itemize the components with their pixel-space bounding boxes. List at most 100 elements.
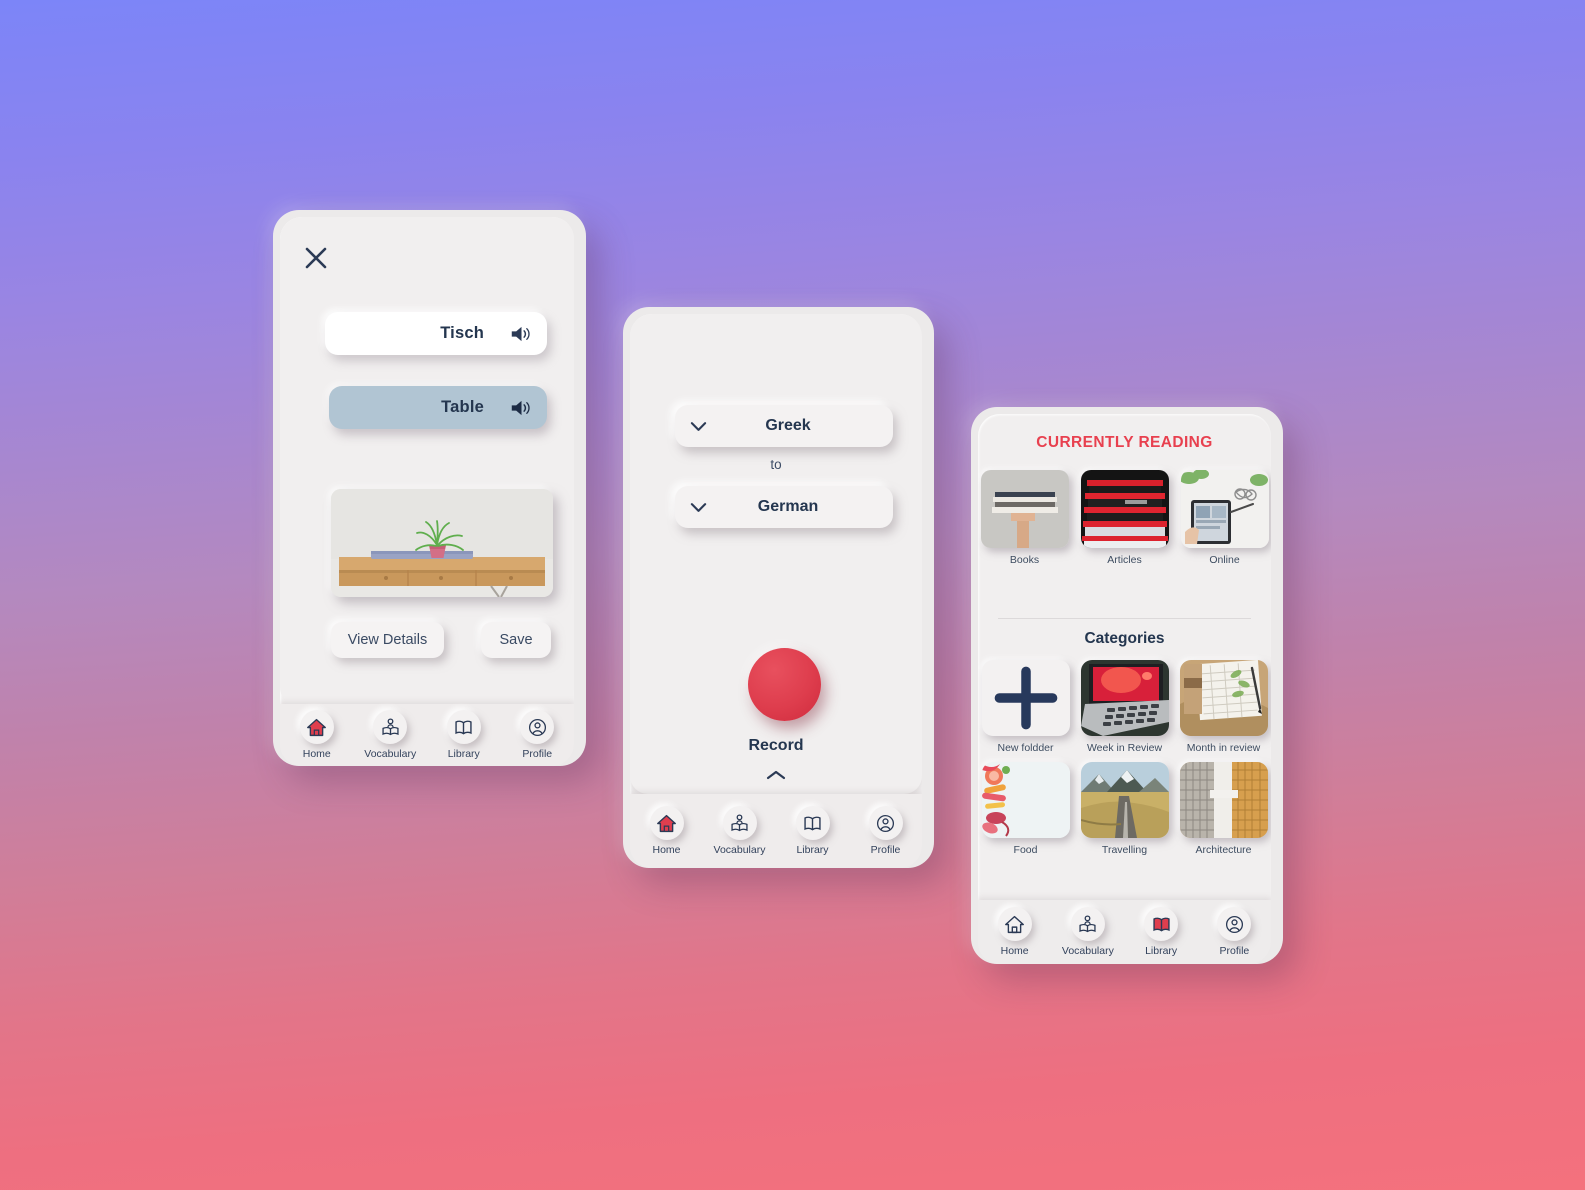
view-details-button[interactable]: View Details: [331, 622, 444, 658]
to-label: to: [770, 457, 782, 472]
phone3-bottom-nav: Home Vocabulary Library Profile: [978, 900, 1271, 964]
nav-label-library: Library: [796, 844, 829, 856]
nav-label-vocabulary: Vocabulary: [364, 748, 417, 760]
reading-label-books: Books: [1009, 554, 1040, 566]
phone1-content: Tisch Table View Details Save: [280, 217, 574, 704]
categories-title: Categories: [1084, 630, 1165, 647]
phone2-bottom-nav: Home Vocabulary Library Profile: [630, 794, 922, 868]
nav-item-home[interactable]: Home: [632, 806, 702, 856]
home-icon: [649, 806, 684, 840]
category-label-week-in-review: Week in Review: [1086, 742, 1163, 754]
save-button[interactable]: Save: [481, 622, 551, 658]
nav-label-vocabulary: Vocabulary: [713, 844, 766, 856]
laptop-with-red-screen-image: [1080, 660, 1169, 736]
language-from-value: Greek: [765, 417, 811, 434]
phone1-bottom-nav: Home Vocabulary Library Profile: [280, 704, 574, 766]
phone3-inner: CURRENTLY READING Books Articles Online …: [978, 414, 1271, 964]
categories-grid: New foldder Week in Review Month in revi…: [981, 660, 1268, 856]
currently-reading-title: CURRENTLY READING: [1036, 434, 1213, 451]
nav-item-vocabulary[interactable]: Vocabulary: [1053, 907, 1123, 957]
person-reading-icon: [722, 806, 757, 840]
word-image: [331, 489, 553, 597]
phone-screen-record: Greek to German Record Home Vocabulary L…: [623, 307, 934, 868]
reading-label-articles: Articles: [1107, 554, 1142, 566]
source-word-text: Tisch: [440, 324, 484, 342]
open-book-icon: [795, 806, 830, 840]
language-to-select[interactable]: German: [675, 486, 893, 528]
nav-label-home: Home: [302, 748, 331, 760]
reading-card-articles[interactable]: Articles: [1080, 470, 1169, 566]
speaker-icon[interactable]: [510, 324, 533, 344]
nav-item-library[interactable]: Library: [429, 710, 499, 760]
chevron-down-icon: [675, 420, 721, 433]
category-week-in-review[interactable]: Week in Review: [1080, 660, 1169, 754]
nav-label-profile: Profile: [870, 844, 901, 856]
reading-card-books[interactable]: Books: [980, 470, 1069, 566]
mountain-road-landscape-image: [1080, 762, 1169, 838]
phone1-inner: Tisch Table View Details Save Home Vocab…: [280, 217, 574, 766]
phone2-inner: Greek to German Record Home Vocabulary L…: [630, 314, 922, 868]
phone3-content: CURRENTLY READING Books Articles Online …: [978, 414, 1271, 900]
open-book-icon: [1144, 907, 1179, 941]
record-label: Record: [748, 737, 804, 754]
category-label-month-in-review: Month in review: [1186, 742, 1261, 754]
person-reading-icon: [373, 710, 408, 744]
user-circle-icon: [868, 806, 903, 840]
nav-label-profile: Profile: [522, 748, 553, 760]
section-divider: [998, 618, 1251, 619]
target-word-row[interactable]: Table: [329, 386, 547, 429]
person-reading-icon: [1070, 907, 1105, 941]
user-circle-icon: [520, 710, 555, 744]
nav-label-home: Home: [1000, 945, 1029, 957]
chevron-up-icon[interactable]: [630, 769, 922, 781]
speaker-icon[interactable]: [510, 398, 533, 418]
phone2-content: Greek to German Record: [630, 314, 922, 794]
plus-icon: [981, 660, 1070, 736]
nav-item-profile[interactable]: Profile: [851, 806, 921, 856]
category-label-new-folder: New foldder: [997, 742, 1054, 754]
target-word-text: Table: [441, 398, 484, 416]
hands-holding-tablet-on-desk-image: [1180, 470, 1269, 548]
nav-item-home[interactable]: Home: [282, 710, 352, 760]
category-travelling[interactable]: Travelling: [1080, 762, 1169, 856]
nav-label-profile: Profile: [1219, 945, 1250, 957]
glass-building-facade-image: [1179, 762, 1268, 838]
nav-item-library[interactable]: Library: [778, 806, 848, 856]
language-to-value: German: [757, 498, 819, 515]
category-label-architecture: Architecture: [1195, 844, 1252, 856]
red-and-black-magazines-image: [1080, 470, 1169, 548]
reading-card-online[interactable]: Online: [1180, 470, 1269, 566]
nav-item-vocabulary[interactable]: Vocabulary: [355, 710, 425, 760]
home-icon: [997, 907, 1032, 941]
reading-label-online: Online: [1209, 554, 1240, 566]
hand-holding-stack-of-books-image: [980, 470, 1069, 548]
nav-label-vocabulary: Vocabulary: [1061, 945, 1114, 957]
category-label-travelling: Travelling: [1101, 844, 1148, 856]
currently-reading-carousel: Books Articles Online: [980, 470, 1269, 566]
phone-screen-word-detail: Tisch Table View Details Save Home Vocab…: [273, 210, 586, 766]
nav-item-profile[interactable]: Profile: [502, 710, 572, 760]
language-from-select[interactable]: Greek: [675, 405, 893, 447]
record-button[interactable]: [748, 648, 821, 721]
category-food[interactable]: Food: [981, 762, 1070, 856]
category-month-in-review[interactable]: Month in review: [1179, 660, 1268, 754]
mockup-stage: Tisch Table View Details Save Home Vocab…: [0, 0, 1585, 1190]
category-label-food: Food: [1013, 844, 1038, 856]
nav-label-library: Library: [447, 748, 480, 760]
home-icon: [299, 710, 334, 744]
nav-label-home: Home: [652, 844, 681, 856]
open-book-icon: [446, 710, 481, 744]
chevron-down-icon: [675, 501, 721, 514]
open-notebook-with-pen-image: [1179, 660, 1268, 736]
category-architecture[interactable]: Architecture: [1179, 762, 1268, 856]
category-new-folder[interactable]: New foldder: [981, 660, 1070, 754]
nav-item-library[interactable]: Library: [1126, 907, 1196, 957]
close-icon[interactable]: [302, 244, 330, 272]
nav-item-vocabulary[interactable]: Vocabulary: [705, 806, 775, 856]
nav-label-library: Library: [1145, 945, 1178, 957]
nav-item-profile[interactable]: Profile: [1199, 907, 1269, 957]
user-circle-icon: [1217, 907, 1252, 941]
phone-screen-library: CURRENTLY READING Books Articles Online …: [971, 407, 1283, 964]
source-word-row[interactable]: Tisch: [325, 312, 547, 355]
nav-item-home[interactable]: Home: [980, 907, 1050, 957]
